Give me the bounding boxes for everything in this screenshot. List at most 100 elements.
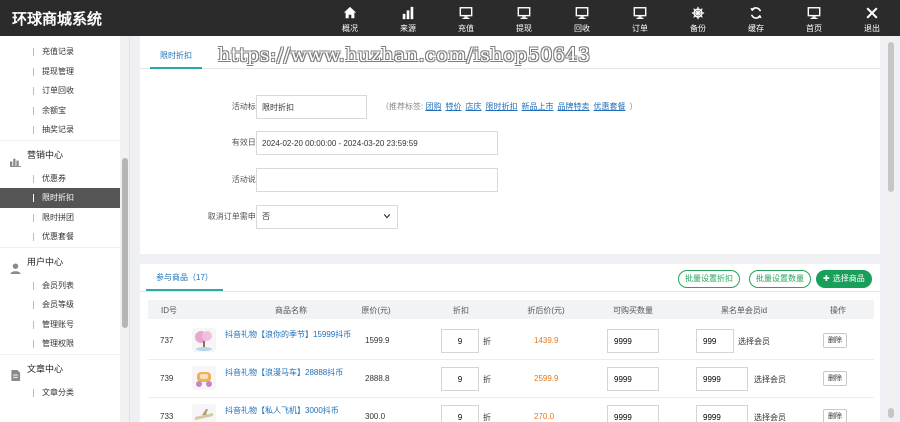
- discount-input[interactable]: [441, 405, 479, 422]
- sidebar-group-label: 用户中心: [27, 256, 64, 267]
- sidebar-item-flash-discount[interactable]: 限时折扣: [0, 188, 129, 208]
- quantity-input[interactable]: [607, 367, 659, 391]
- sidebar-item-lottery[interactable]: 抽奖记录: [0, 120, 129, 140]
- nav-orders[interactable]: 订单: [617, 0, 663, 36]
- cell-product-name[interactable]: 抖音礼物【浪你的季节】15999抖币: [225, 329, 355, 341]
- tag-row: 活动标签: （推荐标签: 团购特价店庆限时折扣新品上市品牌特卖优惠套餐）: [140, 95, 880, 119]
- tab-products[interactable]: 参与商品（17）: [146, 264, 223, 291]
- table-header: ID号 商品名称 原价(元) 折扣 折后价(元) 可购买数量 黑名单会员id 操…: [148, 300, 874, 319]
- discount-unit: 折: [483, 413, 491, 422]
- nav-label: 回收: [574, 24, 590, 33]
- cell-after-price: 270.0: [534, 412, 555, 421]
- sidebar-item-bundle[interactable]: 优惠套餐: [0, 227, 129, 247]
- watermark: https://www.huzhan.com/ishop50643: [218, 44, 591, 66]
- sidebar-item-group-buy[interactable]: 限时拼团: [0, 208, 129, 228]
- products-card: 参与商品（17） 批量设置折扣 批量设置数量 ✚ 选择商品 ID号 商品名称 原价…: [140, 264, 880, 422]
- sidebar-scrollbar[interactable]: [120, 36, 129, 422]
- sidebar-group-articles[interactable]: 文章中心: [0, 353, 129, 383]
- nav-home[interactable]: 首页: [791, 0, 837, 36]
- cancel-select[interactable]: 否: [256, 205, 398, 229]
- recommend-tag[interactable]: 特价: [445, 102, 461, 111]
- sidebar-item-member-level[interactable]: 会员等级: [0, 295, 129, 315]
- date-range-input[interactable]: [256, 131, 498, 155]
- recommend-tag[interactable]: 限时折扣: [485, 102, 517, 111]
- delete-button[interactable]: 删除: [823, 371, 847, 386]
- sidebar-scroll-thumb[interactable]: [122, 158, 128, 328]
- quantity-input[interactable]: [607, 329, 659, 353]
- sidebar-item-withdraw[interactable]: 提现管理: [0, 62, 129, 82]
- main-scrollbar[interactable]: [886, 36, 896, 422]
- select-member-link[interactable]: 选择会员: [738, 336, 770, 347]
- recommend-tag[interactable]: 品牌特卖: [557, 102, 589, 111]
- discount-input[interactable]: [441, 329, 479, 353]
- batch-quantity-button[interactable]: 批量设置数量: [749, 270, 811, 288]
- description-input[interactable]: [256, 168, 498, 192]
- tag-input[interactable]: [256, 95, 367, 119]
- nav-label: 首页: [806, 24, 822, 33]
- nav-label: 概况: [342, 24, 358, 33]
- document-icon: [11, 369, 21, 381]
- th-id: ID号: [161, 306, 177, 315]
- quantity-input[interactable]: [607, 405, 659, 422]
- recommend-prefix: （推荐标签:: [381, 102, 424, 111]
- recommend-tag[interactable]: 新品上市: [521, 102, 553, 111]
- sidebar-item-yuebao[interactable]: 余额宝: [0, 101, 129, 121]
- sidebar-item-members[interactable]: 会员列表: [0, 276, 129, 296]
- plane-image-icon: [195, 409, 213, 420]
- nav-overview[interactable]: 概况: [327, 0, 373, 36]
- tab-flash-discount[interactable]: 限时折扣: [150, 42, 202, 69]
- cell-id: 733: [160, 412, 174, 421]
- sidebar-item-admin-accounts[interactable]: 管理账号: [0, 315, 129, 335]
- select-products-button[interactable]: ✚ 选择商品: [816, 270, 872, 288]
- divider: [140, 291, 880, 292]
- nav-withdraw[interactable]: 提现: [501, 0, 547, 36]
- nav-recycle[interactable]: 回收: [559, 0, 605, 36]
- plus-icon: ✚: [823, 274, 830, 283]
- discount-input[interactable]: [441, 367, 479, 391]
- delete-button[interactable]: 删除: [823, 409, 847, 422]
- blacklist-input[interactable]: [696, 405, 748, 422]
- select-products-label: 选择商品: [832, 274, 865, 283]
- main-scroll-thumb-bottom[interactable]: [888, 408, 894, 418]
- nav-label: 提现: [516, 24, 532, 33]
- cell-id: 737: [160, 336, 174, 345]
- recommend-tag[interactable]: 团购: [425, 102, 441, 111]
- chevron-down-icon: [383, 214, 391, 219]
- nav-backup[interactable]: 备份: [675, 0, 721, 36]
- sidebar-group-marketing[interactable]: 营销中心: [0, 139, 129, 169]
- nav-logout[interactable]: 退出: [849, 0, 895, 36]
- sidebar-group-users[interactable]: 用户中心: [0, 246, 129, 276]
- cell-product-name[interactable]: 抖音礼物【私人飞机】3000抖币: [225, 405, 355, 417]
- discount-form-card: 限时折扣 https://www.huzhan.com/ishop50643 活…: [140, 36, 880, 254]
- th-after-price: 折后价(元): [527, 306, 565, 315]
- sidebar-item-recharge[interactable]: 充值记录: [0, 42, 129, 62]
- table-row: 737 抖音礼物【浪你的季节】15999抖币 1599.9 折 1439.9 选…: [148, 322, 874, 360]
- nav-source[interactable]: 来源: [385, 0, 431, 36]
- sidebar-item-coupon[interactable]: 优惠券: [0, 169, 129, 189]
- blacklist-input[interactable]: [696, 329, 734, 353]
- batch-discount-button[interactable]: 批量设置折扣: [678, 270, 740, 288]
- main-scroll-thumb[interactable]: [888, 42, 894, 192]
- cancel-row: 取消订单需申请: 否: [140, 205, 880, 229]
- cell-after-price: 1439.9: [534, 336, 559, 345]
- cell-price: 300.0: [365, 412, 386, 421]
- select-member-link[interactable]: 选择会员: [754, 374, 786, 385]
- select-member-link[interactable]: 选择会员: [754, 412, 786, 422]
- top-nav: 概况 来源 充值 提现 回收 订单 备份 缓存 首页 退出: [327, 0, 900, 36]
- th-price: 原价(元): [361, 306, 391, 315]
- table-row: 739 抖音礼物【浪漫马车】28888抖币 2888.8 折 2599.9 选择…: [148, 360, 874, 398]
- sidebar-item-permissions[interactable]: 管理权限: [0, 334, 129, 354]
- product-thumbnail: [192, 366, 216, 390]
- nav-label: 订单: [632, 24, 648, 33]
- blacklist-input[interactable]: [696, 367, 748, 391]
- nav-recharge[interactable]: 充值: [443, 0, 489, 36]
- sidebar-item-recycle[interactable]: 订单回收: [0, 81, 129, 101]
- recommend-tag[interactable]: 店庆: [465, 102, 481, 111]
- tree-image-icon: [195, 331, 212, 351]
- delete-button[interactable]: 删除: [823, 333, 847, 348]
- cell-product-name[interactable]: 抖音礼物【浪漫马车】28888抖币: [225, 367, 355, 379]
- nav-label: 退出: [864, 24, 880, 33]
- recommend-tag[interactable]: 优惠套餐: [593, 102, 625, 111]
- nav-cache[interactable]: 缓存: [733, 0, 779, 36]
- sidebar-item-article-category[interactable]: 文章分类: [0, 383, 129, 403]
